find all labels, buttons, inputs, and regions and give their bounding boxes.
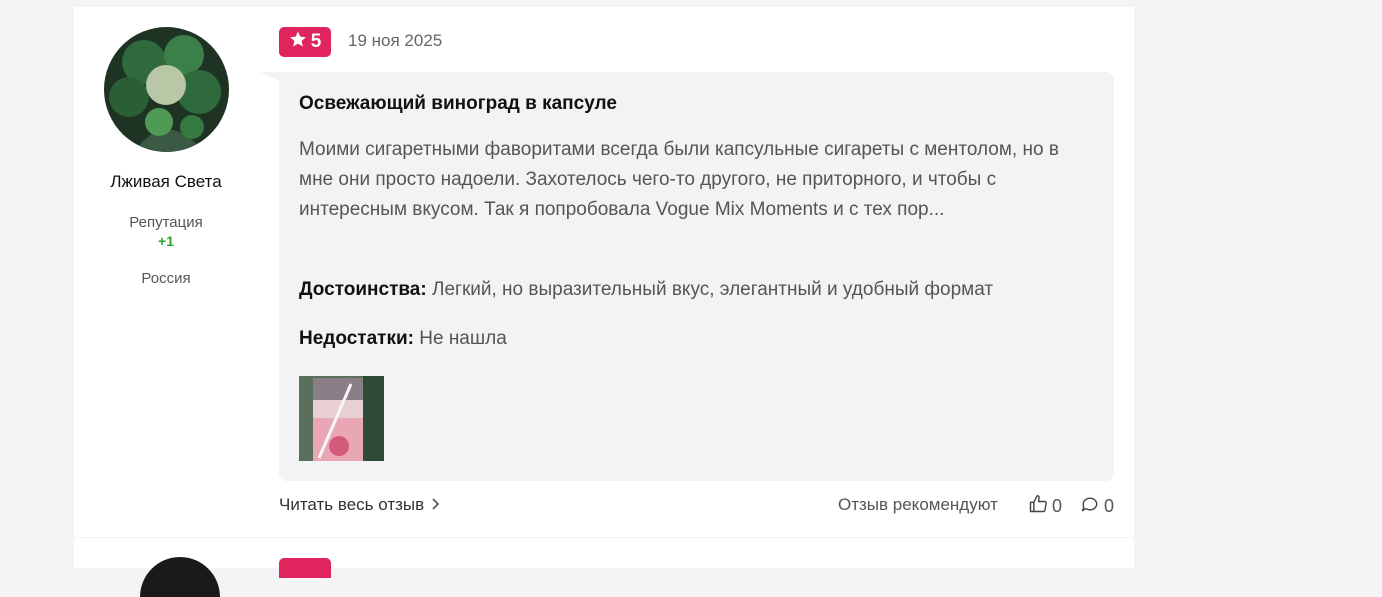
thumbs-up-icon [1028,494,1048,519]
recommend-label: Отзыв рекомендуют [838,495,998,514]
author-name[interactable]: Лживая Света [74,172,258,192]
chevron-right-icon [430,495,440,515]
review-body: Моими сигаретными фаворитами всегда были… [299,139,1059,220]
pros-label: Достоинства: [299,279,427,300]
review-bubble: Освежающий виноград в капсуле Моими сига… [279,72,1114,481]
review-pros: Достоинства: Легкий, но выразительный вк… [299,279,993,301]
comments-count: 0 [1104,496,1115,516]
review-photo-thumbnail[interactable] [299,376,384,461]
next-avatar[interactable] [140,557,220,597]
review-cons: Недостатки: Не нашла [299,328,507,350]
reputation-label: Репутация [129,214,203,231]
avatar[interactable] [104,27,229,152]
review-title[interactable]: Освежающий виноград в капсуле [299,93,617,115]
reputation-value: +1 [158,233,174,249]
rating-badge: 5 [279,27,331,57]
star-icon [289,30,307,54]
read-full-review-link[interactable]: Читать весь отзыв [279,495,440,515]
cons-label: Недостатки: [299,328,414,349]
review-date: 19 ноя 2025 [348,31,443,50]
author-country: Россия [141,270,191,287]
comment-icon [1080,494,1100,519]
rating-value: 5 [310,31,322,52]
read-full-label: Читать весь отзыв [279,495,425,514]
comments-button[interactable]: 0 [1080,494,1114,519]
next-rating-badge [279,558,331,578]
like-button[interactable]: 0 [1028,494,1062,519]
likes-count: 0 [1052,496,1063,516]
review-card: Лживая Света Репутация +1 Россия 5 19 но… [74,7,1134,537]
next-review-card [74,538,1134,597]
pros-text: Легкий, но выразительный вкус, элегантны… [431,279,994,300]
cons-text: Не нашла [419,328,507,349]
